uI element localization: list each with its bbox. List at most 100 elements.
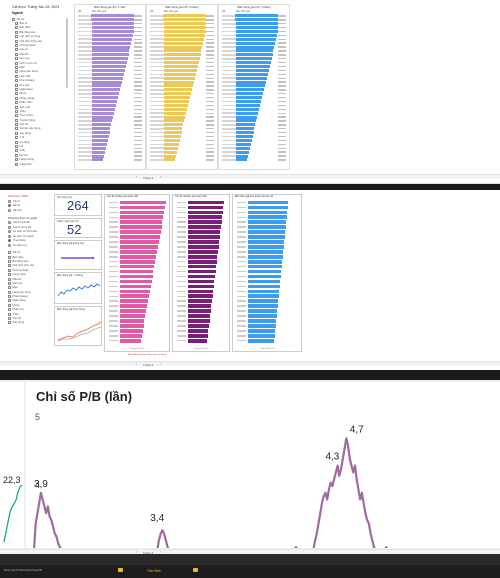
cell-code: [150, 50, 164, 52]
checkbox-icon[interactable]: [8, 286, 11, 290]
checkbox-icon[interactable]: [8, 277, 11, 281]
checkbox-icon[interactable]: [8, 295, 11, 299]
cell-value: [134, 61, 142, 64]
checkbox-icon[interactable]: [8, 312, 11, 316]
checkbox-icon[interactable]: [15, 92, 18, 96]
checkbox-icon[interactable]: [8, 273, 11, 277]
cell-code: [78, 34, 92, 37]
cell-code: [222, 54, 236, 56]
checkbox-icon[interactable]: [15, 140, 18, 144]
table-row[interactable]: [233, 338, 301, 343]
checkbox-icon[interactable]: [8, 308, 11, 312]
change-bar: [248, 220, 286, 225]
checkbox-icon[interactable]: [15, 153, 18, 157]
table-row[interactable]: [105, 338, 169, 343]
cell-code: [109, 236, 118, 238]
table-row[interactable]: [173, 338, 229, 343]
page2-filters: Giá thực: 2023 Tất cả Bán lẻ Dầu khí Phươn…: [8, 194, 48, 325]
radio-option[interactable]: So sánh quý: [8, 243, 48, 248]
checkbox-icon[interactable]: [15, 39, 18, 43]
cell-value: [206, 124, 214, 126]
radio-option[interactable]: Dầu khí: [8, 208, 48, 213]
change-bar: [164, 68, 197, 72]
radio-dot-icon[interactable]: [8, 225, 11, 229]
checkbox-icon[interactable]: [8, 251, 11, 255]
checkbox-icon[interactable]: [15, 65, 18, 69]
home-icon[interactable]: [118, 568, 123, 572]
cell-value: [134, 124, 142, 126]
cell-code: [150, 54, 164, 56]
checkbox-icon[interactable]: [15, 136, 18, 140]
industry-checkbox-item[interactable]: Xây dựng: [8, 321, 48, 325]
radio-dot-icon[interactable]: [8, 243, 11, 247]
filter-scrollbar[interactable]: [66, 18, 68, 88]
web-tab[interactable]: Trên Web: [147, 569, 161, 573]
checkbox-icon[interactable]: [8, 268, 11, 272]
change-bar: [236, 150, 249, 154]
prev-page-icon[interactable]: ‹: [136, 362, 137, 366]
checkbox-icon[interactable]: [15, 158, 18, 162]
checkbox-icon[interactable]: [15, 131, 18, 135]
checkbox-icon[interactable]: [15, 44, 18, 48]
radio-dot-icon[interactable]: [8, 234, 11, 238]
table-row[interactable]: [150, 158, 214, 162]
checkbox-icon[interactable]: [8, 255, 11, 259]
checkbox-icon[interactable]: [12, 17, 15, 21]
checkbox-icon[interactable]: [8, 303, 11, 307]
checkbox-icon[interactable]: [15, 105, 18, 109]
checkbox-icon[interactable]: [15, 109, 18, 113]
radio-dot-icon[interactable]: [8, 204, 11, 208]
industry-checkbox-item[interactable]: Cảng biển: [12, 162, 68, 166]
checkbox-icon[interactable]: [15, 30, 18, 34]
cell-code: [78, 131, 92, 134]
checkbox-icon[interactable]: [15, 114, 18, 118]
change-bar: [188, 314, 211, 318]
radio-dot-icon[interactable]: [8, 221, 11, 225]
prev-page-icon[interactable]: ‹: [136, 175, 137, 179]
radio-dot-icon[interactable]: [8, 208, 11, 212]
checkbox-icon[interactable]: [15, 101, 18, 105]
change-bar: [164, 33, 206, 37]
table-row[interactable]: [222, 158, 286, 162]
checkbox-icon[interactable]: [15, 162, 18, 166]
checkbox-icon[interactable]: [8, 259, 11, 263]
checkbox-icon[interactable]: [15, 26, 18, 30]
radio-dot-icon[interactable]: [8, 230, 11, 234]
next-page-icon[interactable]: ›: [160, 175, 161, 179]
checkbox-icon[interactable]: [8, 264, 11, 268]
checkbox-icon[interactable]: [15, 83, 18, 87]
change-bar: [235, 14, 279, 18]
checkbox-label: Chế biến Thủy sản: [19, 39, 43, 43]
checkbox-icon[interactable]: [15, 79, 18, 83]
share-icon[interactable]: [193, 568, 198, 572]
checkbox-icon[interactable]: [15, 127, 18, 131]
checkbox-icon[interactable]: [15, 35, 18, 39]
checkbox-icon[interactable]: [8, 281, 11, 285]
page-nav-bar: ‹ Trang 2 ›: [0, 361, 500, 367]
checkbox-icon[interactable]: [15, 145, 18, 149]
radio-dot-icon[interactable]: [8, 199, 11, 203]
cell-code: [150, 155, 164, 157]
checkbox-icon[interactable]: [15, 149, 18, 153]
checkbox-icon[interactable]: [15, 96, 18, 100]
checkbox-icon[interactable]: [15, 70, 18, 74]
checkbox-icon[interactable]: [15, 22, 18, 26]
checkbox-icon[interactable]: [15, 118, 18, 122]
checkbox-label: Sản xuất: [19, 105, 31, 109]
checkbox-icon[interactable]: [8, 290, 11, 294]
change-bar: [164, 100, 190, 104]
next-page-icon[interactable]: ›: [160, 362, 161, 366]
checkbox-icon[interactable]: [8, 317, 11, 321]
radio-dot-icon[interactable]: [8, 239, 11, 243]
checkbox-icon[interactable]: [15, 52, 18, 56]
cell-code: [237, 231, 246, 233]
checkbox-icon[interactable]: [15, 57, 18, 61]
checkbox-icon[interactable]: [8, 321, 11, 325]
checkbox-icon[interactable]: [15, 123, 18, 127]
checkbox-icon[interactable]: [15, 87, 18, 91]
table-row[interactable]: [78, 158, 142, 162]
checkbox-icon[interactable]: [15, 74, 18, 78]
checkbox-icon[interactable]: [15, 48, 18, 52]
checkbox-icon[interactable]: [8, 299, 11, 303]
checkbox-icon[interactable]: [15, 61, 18, 65]
